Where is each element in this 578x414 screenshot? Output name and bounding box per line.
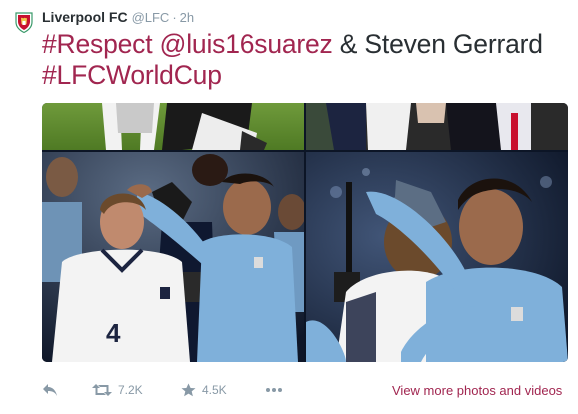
more-button[interactable] bbox=[265, 387, 283, 393]
hashtag-lfcworldcup[interactable]: #LFCWorldCup bbox=[42, 60, 222, 90]
reply-icon bbox=[43, 384, 57, 396]
header-separator: · bbox=[172, 10, 177, 25]
shirt-number: 4 bbox=[106, 318, 121, 348]
photo-bottom-left[interactable]: 4 bbox=[42, 152, 304, 362]
view-more-photos-link[interactable]: View more photos and videos bbox=[392, 383, 562, 398]
retweet-count: 7.2K bbox=[118, 383, 143, 397]
favorite-count: 4.5K bbox=[202, 383, 227, 397]
photo-bottom-right[interactable] bbox=[306, 152, 568, 362]
photo-top-left[interactable] bbox=[42, 103, 304, 150]
hashtag-respect[interactable]: #Respect bbox=[42, 29, 153, 59]
retweet-button[interactable]: 7.2K bbox=[92, 383, 181, 397]
author-name[interactable]: Liverpool FC bbox=[42, 9, 128, 25]
tweet-header: Liverpool FC @LFC · 2h bbox=[42, 9, 194, 27]
tweet-text: #Respect @luis16suarez & Steven Gerrard #… bbox=[42, 29, 567, 91]
timestamp[interactable]: 2h bbox=[180, 10, 194, 25]
more-icon bbox=[266, 388, 282, 392]
tweet-text-plain: & Steven Gerrard bbox=[332, 29, 543, 59]
reply-button[interactable] bbox=[42, 383, 92, 397]
favorite-icon bbox=[181, 383, 196, 397]
action-bar: 7.2K 4.5K bbox=[42, 383, 283, 397]
author-handle[interactable]: @LFC bbox=[132, 10, 170, 25]
media-grid[interactable]: 4 bbox=[42, 103, 568, 362]
photo-top-right[interactable] bbox=[306, 103, 568, 150]
avatar[interactable] bbox=[12, 10, 36, 34]
mention-luis16suarez[interactable]: @luis16suarez bbox=[160, 29, 333, 59]
lfc-crest-icon bbox=[15, 12, 33, 34]
favorite-button[interactable]: 4.5K bbox=[181, 383, 265, 397]
retweet-icon bbox=[92, 384, 112, 396]
